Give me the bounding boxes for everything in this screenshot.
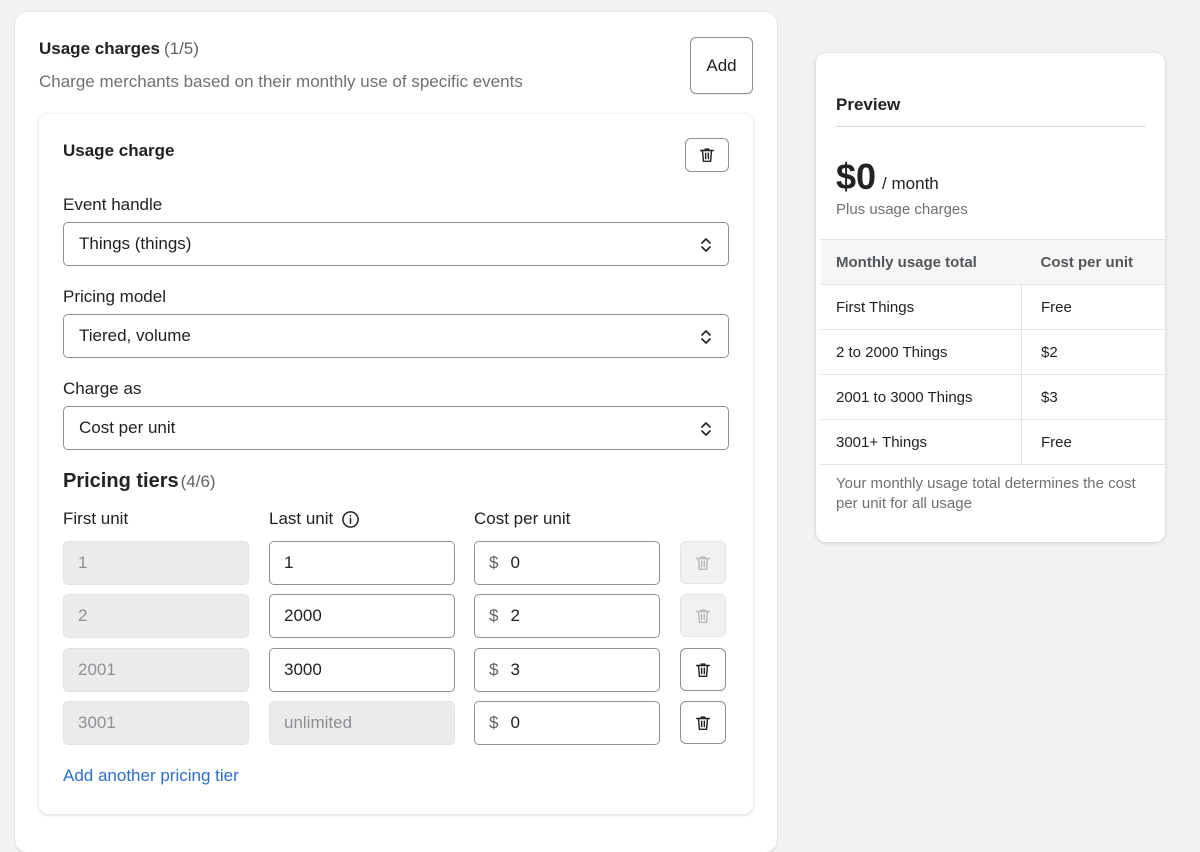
tier-1-cost-value: 0 xyxy=(510,553,520,572)
currency-prefix: $ xyxy=(489,713,499,732)
preview-card: Preview $0 / month Plus usage charges Mo… xyxy=(816,53,1165,542)
info-icon[interactable] xyxy=(341,510,360,529)
usage-cell: 2001 to 3000 Things xyxy=(821,374,1022,420)
pricing-model-label: Pricing model xyxy=(63,287,166,306)
currency-prefix: $ xyxy=(489,660,499,679)
usage-charges-subtitle: Charge merchants based on their monthly … xyxy=(39,72,523,91)
currency-prefix: $ xyxy=(489,553,499,572)
usage-charge-title: Usage charge xyxy=(63,141,175,160)
cost-per-unit-column-header: Cost per unit xyxy=(1021,239,1165,285)
event-handle-value: Things (things) xyxy=(79,234,192,253)
usage-cell: 3001+ Things xyxy=(821,419,1022,465)
usage-charges-count: (1/5) xyxy=(163,39,199,58)
event-handle-label: Event handle xyxy=(63,195,163,214)
tier-1-last-unit-input[interactable]: 1 xyxy=(269,541,455,585)
tier-2-first-unit-input: 2 xyxy=(63,594,249,638)
preview-price: $0 / month xyxy=(836,156,939,198)
select-chevron-icon xyxy=(701,330,711,344)
tier-3-first-unit-input: 2001 xyxy=(63,648,249,692)
tier-1-first-unit-input: 1 xyxy=(63,541,249,585)
trash-icon xyxy=(695,715,711,730)
select-chevron-icon xyxy=(701,238,711,252)
table-row: 2001 to 3000 Things $3 xyxy=(821,374,1165,420)
monthly-usage-column-header: Monthly usage total xyxy=(821,239,1022,285)
charge-as-select[interactable]: Cost per unit xyxy=(63,406,729,450)
trash-icon xyxy=(695,608,711,623)
cost-cell: $2 xyxy=(1021,329,1165,375)
table-header-row: Monthly usage total Cost per unit xyxy=(821,239,1165,285)
pricing-model-value: Tiered, volume xyxy=(79,326,191,345)
select-chevron-icon xyxy=(701,422,711,436)
tier-4-cost-value: 0 xyxy=(510,713,520,732)
preview-divider xyxy=(836,126,1146,127)
tier-2-delete-button[interactable] xyxy=(680,594,726,637)
usage-charges-heading: Usage charges (1/5) xyxy=(39,39,199,59)
trash-icon xyxy=(699,148,715,163)
preview-price-amount: $0 xyxy=(836,156,877,197)
pricing-tiers-title: Pricing tiers xyxy=(63,470,179,492)
trash-icon xyxy=(695,662,711,677)
usage-charges-title: Usage charges xyxy=(39,39,160,58)
first-unit-column-label: First unit xyxy=(63,509,129,528)
preview-footnote: Your monthly usage total determines the … xyxy=(836,475,1136,512)
last-unit-column-header: Last unit xyxy=(269,509,360,529)
tier-3-cost-input[interactable]: $3 xyxy=(474,648,660,692)
pricing-model-select[interactable]: Tiered, volume xyxy=(63,314,729,358)
tier-4-first-unit-input: 3001 xyxy=(63,701,249,745)
charge-as-value: Cost per unit xyxy=(79,418,176,437)
add-usage-charge-button[interactable]: Add xyxy=(690,37,753,94)
usage-charges-card: Usage charges (1/5) Charge merchants base… xyxy=(15,12,777,852)
cost-cell: Free xyxy=(1021,419,1165,465)
tier-4-last-unit-input: unlimited xyxy=(269,701,455,745)
cost-cell: Free xyxy=(1021,284,1165,330)
preview-price-period: / month xyxy=(882,174,939,193)
tier-2-cost-value: 2 xyxy=(510,606,520,625)
tier-2-last-unit-input[interactable]: 2000 xyxy=(269,594,455,638)
usage-cell: 2 to 2000 Things xyxy=(821,329,1022,375)
cost-cell: $3 xyxy=(1021,374,1165,420)
tier-1-cost-input[interactable]: $0 xyxy=(474,541,660,585)
table-row: First Things Free xyxy=(821,284,1165,330)
preview-title: Preview xyxy=(836,95,901,114)
add-pricing-tier-link[interactable]: Add another pricing tier xyxy=(63,766,239,786)
pricing-tiers-count: (4/6) xyxy=(180,472,216,491)
pricing-tiers-heading: Pricing tiers (4/6) xyxy=(63,470,216,493)
table-row: 3001+ Things Free xyxy=(821,419,1165,465)
tier-3-cost-value: 3 xyxy=(510,660,520,679)
last-unit-column-label: Last unit xyxy=(269,509,334,528)
tier-4-cost-input[interactable]: $0 xyxy=(474,701,660,745)
table-row: 2 to 2000 Things $2 xyxy=(821,329,1165,375)
cost-per-unit-column-label: Cost per unit xyxy=(474,509,571,528)
preview-tier-table: Monthly usage total Cost per unit First … xyxy=(821,239,1165,465)
trash-icon xyxy=(695,555,711,570)
delete-usage-charge-button[interactable] xyxy=(685,138,729,172)
tier-2-cost-input[interactable]: $2 xyxy=(474,594,660,638)
preview-price-subtext: Plus usage charges xyxy=(836,201,968,218)
usage-charge-card: Usage charge Event handle Things (things… xyxy=(39,114,753,814)
currency-prefix: $ xyxy=(489,606,499,625)
tier-1-delete-button[interactable] xyxy=(680,541,726,584)
tier-4-delete-button[interactable] xyxy=(680,701,726,744)
event-handle-select[interactable]: Things (things) xyxy=(63,222,729,266)
usage-cell: First Things xyxy=(821,284,1022,330)
tier-3-last-unit-input[interactable]: 3000 xyxy=(269,648,455,692)
tier-3-delete-button[interactable] xyxy=(680,648,726,691)
charge-as-label: Charge as xyxy=(63,379,142,398)
